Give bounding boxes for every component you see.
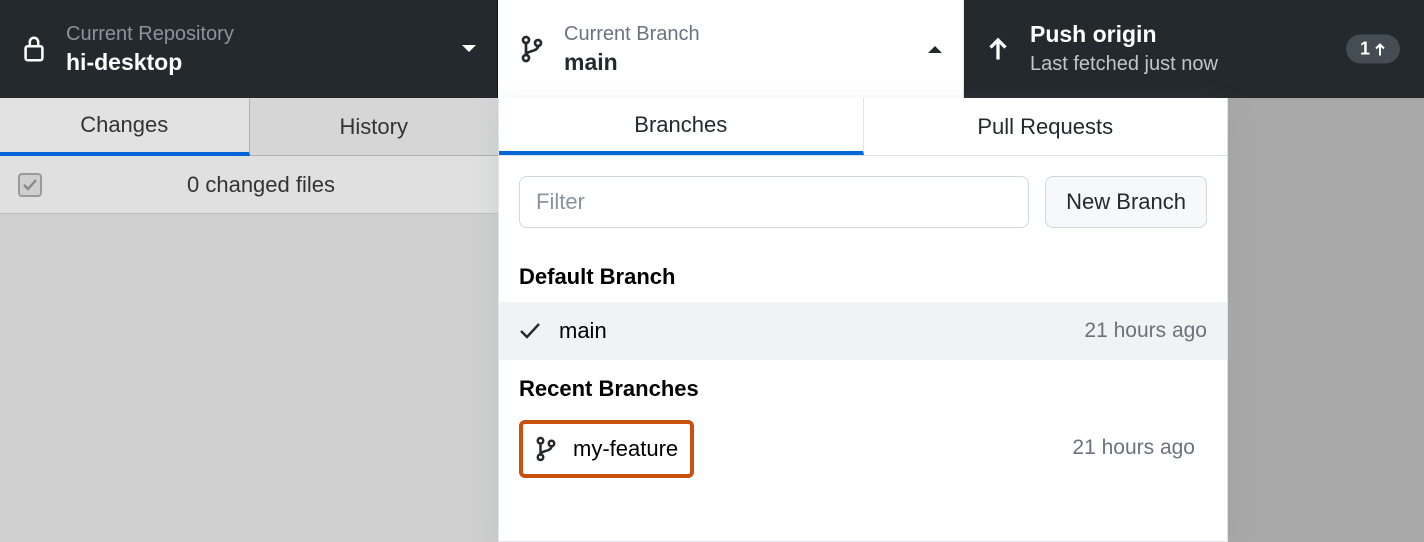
branch-item-recent[interactable]: my-feature 21 hours ago	[511, 414, 1215, 482]
branch-selector[interactable]: Current Branch main	[498, 0, 964, 98]
repo-label: Current Repository	[66, 20, 234, 48]
branch-time: 21 hours ago	[1084, 319, 1207, 343]
branch-label: Current Branch	[564, 20, 700, 48]
new-branch-button[interactable]: New Branch	[1045, 176, 1207, 228]
branch-name: my-feature	[573, 436, 678, 462]
tab-branches[interactable]: Branches	[499, 98, 864, 155]
lock-icon	[20, 35, 48, 63]
push-badge-count: 1	[1360, 39, 1370, 60]
chevron-up-icon	[927, 44, 943, 54]
tab-pull-requests-label: Pull Requests	[977, 114, 1113, 140]
tab-history-label: History	[340, 114, 408, 140]
branch-item-default[interactable]: main 21 hours ago	[499, 302, 1227, 360]
push-label: Push origin	[1030, 20, 1218, 50]
repo-value: hi-desktop	[66, 48, 234, 78]
branch-time: 21 hours ago	[1072, 436, 1195, 460]
branch-name: main	[559, 318, 1084, 344]
tab-changes-label: Changes	[80, 112, 168, 138]
repo-selector[interactable]: Current Repository hi-desktop	[0, 0, 498, 98]
push-sub: Last fetched just now	[1030, 50, 1218, 78]
push-badge: 1	[1346, 35, 1400, 64]
check-icon	[519, 322, 547, 340]
git-branch-icon	[518, 35, 546, 63]
push-up-arrow-icon	[984, 35, 1012, 63]
branch-dropdown: Branches Pull Requests New Branch Defaul…	[498, 98, 1228, 542]
tab-branches-label: Branches	[634, 112, 727, 138]
changed-files-text: 0 changed files	[42, 172, 480, 198]
chevron-down-icon	[461, 44, 477, 54]
push-origin-button[interactable]: Push origin Last fetched just now 1	[964, 0, 1424, 98]
tab-pull-requests[interactable]: Pull Requests	[864, 98, 1228, 155]
branch-filter-input[interactable]	[519, 176, 1029, 228]
recent-branches-header: Recent Branches	[499, 360, 1227, 414]
highlighted-branch: my-feature	[519, 420, 694, 478]
branch-value: main	[564, 48, 700, 78]
git-branch-icon	[535, 436, 563, 462]
changed-files-row: 0 changed files	[0, 156, 498, 214]
select-all-checkbox[interactable]	[18, 173, 42, 197]
tab-changes[interactable]: Changes	[0, 98, 250, 156]
sidebar: Changes History 0 changed files	[0, 98, 498, 542]
default-branch-header: Default Branch	[499, 248, 1227, 302]
tab-history[interactable]: History	[250, 98, 499, 156]
new-branch-label: New Branch	[1066, 189, 1186, 214]
